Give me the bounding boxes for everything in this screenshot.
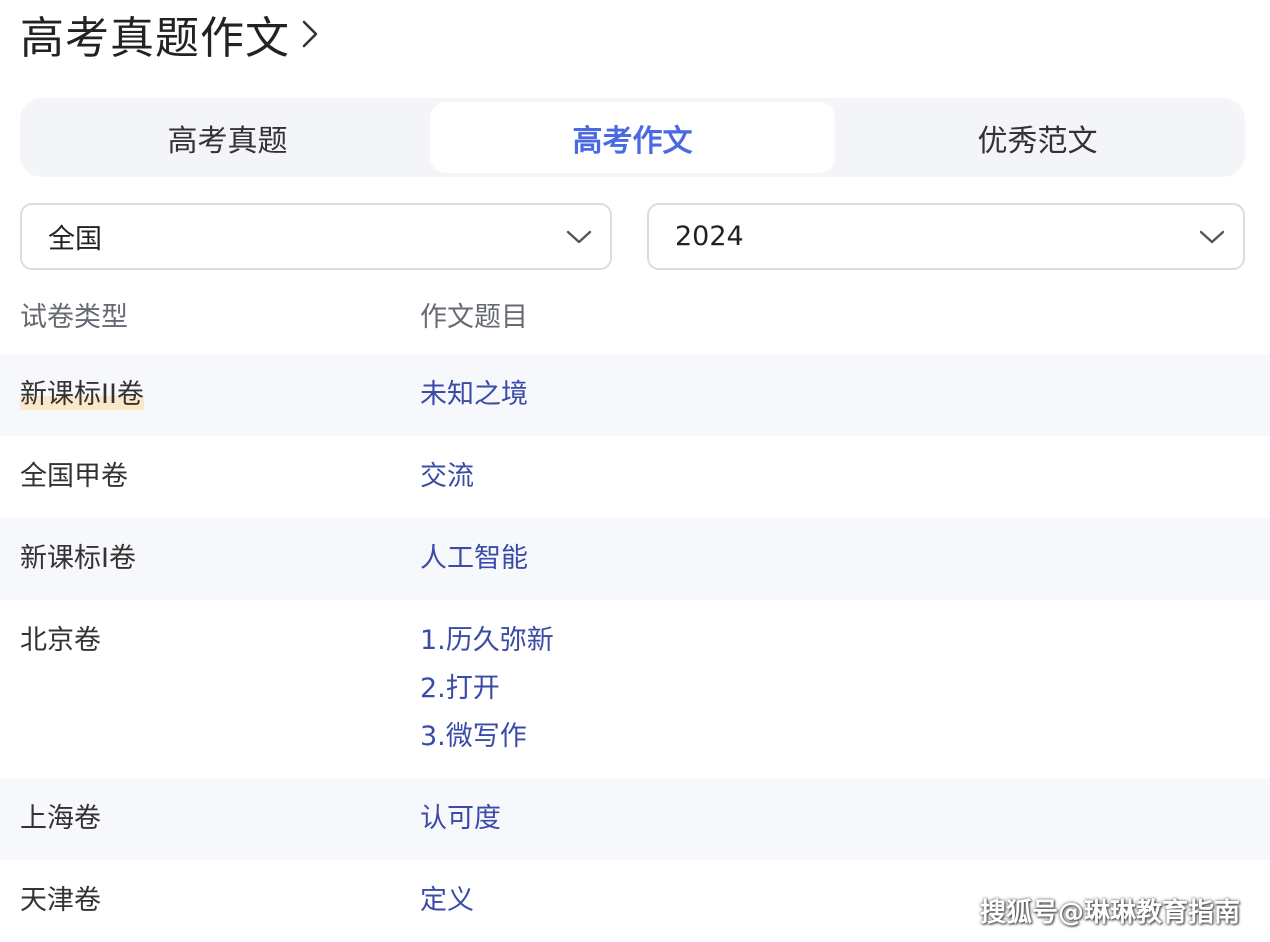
table-row: 北京卷 1.历久弥新 2.打开 3.微写作 — [0, 600, 1270, 778]
paper-type-cell: 上海卷 — [20, 803, 101, 834]
tab-gaokao-essay[interactable]: 高考作文 — [430, 102, 835, 173]
tab-label: 高考作文 — [572, 123, 693, 159]
table-row: 上海卷 认可度 — [0, 778, 1270, 860]
watermark: 搜狐号@琳琳教育指南 — [979, 898, 1240, 928]
essay-topic-cell: 人工智能 — [420, 518, 1270, 600]
paper-type-cell: 新课标II卷 — [0, 354, 420, 436]
essay-topic-cell: 认可度 — [420, 778, 1270, 860]
table-header: 试卷类型 作文题目 — [0, 274, 1270, 354]
year-select-value: 2024 — [675, 221, 744, 252]
region-select-value: 全国 — [48, 224, 102, 255]
region-select[interactable]: 全国 — [20, 203, 612, 270]
table-row: 新课标I卷 人工智能 — [0, 518, 1270, 600]
column-header-essay-topic: 作文题目 — [420, 301, 528, 333]
essay-topic-link[interactable]: 未知之境 — [420, 371, 1270, 419]
tab-gaokao-exam[interactable]: 高考真题 — [25, 102, 430, 173]
chevron-right-icon — [300, 17, 320, 51]
essay-table: 试卷类型 作文题目 新课标II卷 未知之境 全国甲卷 交流 新课标I卷 人工智能… — [0, 274, 1270, 942]
table-row: 新课标II卷 未知之境 — [0, 354, 1270, 436]
column-header-paper-type: 试卷类型 — [20, 301, 128, 333]
tab-excellent-essays[interactable]: 优秀范文 — [835, 102, 1240, 173]
chevron-down-icon — [566, 229, 592, 245]
paper-type-cell: 北京卷 — [20, 625, 101, 656]
paper-type-label: 新课标II卷 — [20, 379, 144, 410]
essay-topic-link[interactable]: 2.打开 — [420, 665, 1270, 713]
page-header[interactable]: 高考真题作文 — [20, 6, 320, 64]
essay-topic-cell: 未知之境 — [420, 354, 1270, 436]
essay-topic-cell: 交流 — [420, 436, 1270, 518]
paper-type-cell: 新课标I卷 — [20, 543, 136, 574]
paper-type-cell: 全国甲卷 — [20, 461, 128, 492]
essay-topic-link[interactable]: 人工智能 — [420, 535, 1270, 583]
tab-label: 优秀范文 — [977, 123, 1098, 159]
page-title: 高考真题作文 — [20, 13, 290, 64]
tab-bar: 高考真题 高考作文 优秀范文 — [20, 98, 1245, 177]
table-row: 全国甲卷 交流 — [0, 436, 1270, 518]
paper-type-cell: 天津卷 — [20, 885, 101, 916]
essay-topic-cell: 1.历久弥新 2.打开 3.微写作 — [420, 600, 1270, 778]
essay-topic-link[interactable]: 3.微写作 — [420, 713, 1270, 761]
essay-topic-link[interactable]: 认可度 — [420, 795, 1270, 843]
year-select[interactable]: 2024 — [647, 203, 1245, 270]
essay-topic-link[interactable]: 交流 — [420, 453, 1270, 501]
tab-label: 高考真题 — [167, 123, 288, 159]
essay-topic-link[interactable]: 1.历久弥新 — [420, 617, 1270, 665]
chevron-down-icon — [1199, 229, 1225, 245]
